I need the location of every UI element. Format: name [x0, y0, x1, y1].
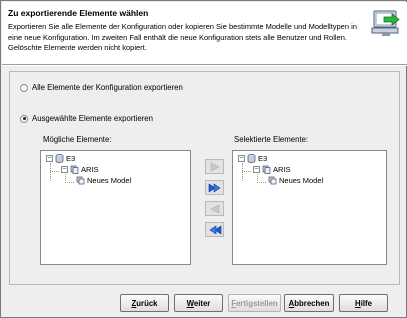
finish-button-label: Fertigstellen [231, 298, 278, 308]
wizard-header: Zu exportierende Elemente wählen Exporti… [2, 2, 407, 64]
export-config-icon [371, 10, 400, 36]
move-right-icon [210, 162, 220, 171]
model-icon [76, 176, 85, 185]
tree-item-aris[interactable]: − ARIS [61, 165, 99, 174]
back-button-label: Zurück [131, 298, 158, 308]
tree-item-e3[interactable]: − E3 [46, 154, 75, 163]
export-all-option[interactable]: Alle Elemente der Konfiguration exportie… [20, 83, 183, 92]
collapse-icon[interactable]: − [61, 166, 68, 173]
cancel-button-label: Abbrechen [288, 298, 330, 308]
available-elements-label: Mögliche Elemente: [43, 135, 112, 144]
move-all-right-button[interactable] [205, 180, 224, 195]
tree-item-aris[interactable]: − ARIS [253, 165, 291, 174]
export-selected-radio[interactable] [20, 114, 28, 123]
help-button[interactable]: Hilfe [339, 294, 388, 312]
export-all-label: Alle Elemente der Konfiguration exportie… [32, 83, 183, 92]
wizard-dialog: Zu exportierende Elemente wählen Exporti… [0, 0, 407, 318]
model-icon [268, 176, 277, 185]
available-elements-tree[interactable]: − E3 − ARIS Neues Model [40, 150, 191, 265]
cancel-button[interactable]: Abbrechen [284, 294, 334, 312]
collapse-icon[interactable]: − [238, 155, 245, 162]
export-selected-label: Ausgewählte Elemente exportieren [32, 114, 153, 123]
selected-elements-label: Selektierte Elemente: [234, 135, 309, 144]
move-all-right-icon [208, 182, 221, 193]
selected-elements-tree[interactable]: − E3 − ARIS Neues Model [232, 150, 387, 265]
tree-item-neues-model[interactable]: Neues Model [268, 176, 323, 185]
page-title: Zu exportierende Elemente wählen [8, 8, 149, 18]
tree-item-neues-model[interactable]: Neues Model [76, 176, 131, 185]
move-right-button[interactable] [205, 159, 224, 174]
tree-item-label: ARIS [81, 165, 99, 174]
tree-item-e3[interactable]: − E3 [238, 154, 267, 163]
collapse-icon[interactable]: − [46, 155, 53, 162]
back-button[interactable]: Zurück [120, 294, 169, 312]
export-selected-option[interactable]: Ausgewählte Elemente exportieren [20, 114, 153, 123]
next-button[interactable]: Weiter [174, 294, 223, 312]
database-icon [247, 154, 256, 163]
help-button-label: Hilfe [355, 298, 372, 308]
move-all-left-button[interactable] [205, 222, 224, 237]
tree-item-label: E3 [66, 154, 76, 163]
move-all-left-icon [208, 224, 221, 235]
move-left-button[interactable] [205, 201, 224, 216]
next-button-label: Weiter [186, 298, 211, 308]
group-icon [262, 165, 271, 174]
collapse-icon[interactable]: − [253, 166, 260, 173]
tree-item-label: E3 [258, 154, 268, 163]
finish-button[interactable]: Fertigstellen [228, 294, 281, 312]
tree-item-label: Neues Model [87, 176, 132, 185]
page-description: Exportieren Sie alle Elemente der Konfig… [8, 22, 357, 52]
move-left-icon [209, 204, 219, 213]
tree-item-label: ARIS [273, 165, 291, 174]
group-icon [70, 165, 79, 174]
content-panel: Alle Elemente der Konfiguration exportie… [9, 71, 400, 285]
database-icon [55, 154, 64, 163]
tree-item-label: Neues Model [279, 176, 324, 185]
export-all-radio[interactable] [20, 83, 28, 92]
